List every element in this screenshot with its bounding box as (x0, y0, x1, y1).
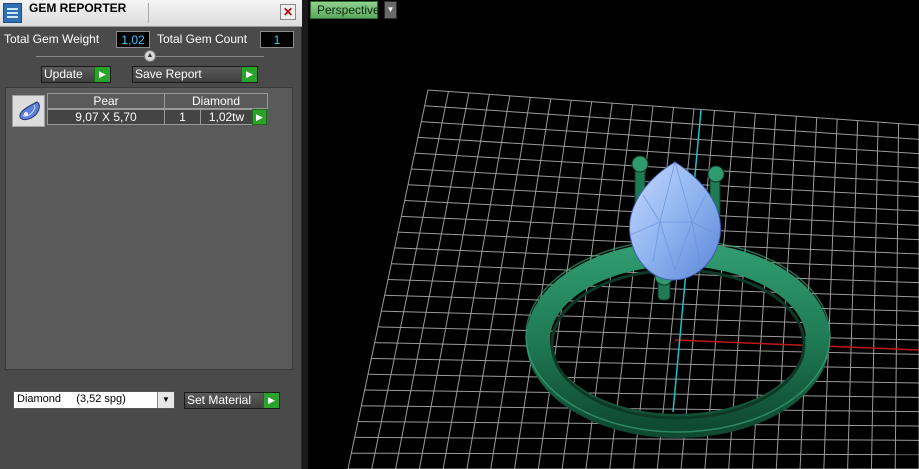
gem-shape-header: Pear (47, 93, 165, 109)
grid-line (427, 89, 919, 126)
grid-line (424, 105, 919, 140)
dropdown-arrow-icon[interactable]: ▼ (157, 392, 174, 408)
perspective-viewport[interactable]: Perspective ▼ (308, 0, 919, 469)
grid-line (387, 279, 919, 298)
gem-size-value: 9,07 X 5,70 (47, 109, 165, 125)
grid-line (377, 326, 919, 341)
play-arrow-icon: ▶ (263, 393, 279, 408)
grid-line (381, 310, 919, 327)
grid-line (417, 136, 919, 169)
set-material-button[interactable]: Set Material ▶ (184, 392, 280, 409)
save-report-button-label: Save Report (135, 67, 202, 81)
update-button-label: Update (44, 67, 83, 81)
total-count-label: Total Gem Count (157, 32, 248, 46)
close-icon[interactable]: ✕ (280, 4, 296, 20)
set-material-button-label: Set Material (187, 393, 252, 407)
material-select[interactable]: Diamond (3,52 spg) ▼ (13, 391, 175, 409)
gem-reporter-app-icon (3, 3, 22, 23)
x-axis-line (674, 339, 919, 351)
save-report-button[interactable]: Save Report ▶ (132, 66, 258, 83)
view-menu-icon[interactable]: ▼ (384, 1, 397, 19)
total-count-value: 1 (260, 31, 294, 48)
grid-line (384, 294, 919, 312)
pear-gem-icon[interactable] (12, 95, 45, 127)
gem-reporter-panel: GEM REPORTER ✕ Total Gem Weight 1,02 Tot… (0, 0, 302, 469)
play-arrow-icon: ▶ (241, 67, 257, 82)
total-weight-label: Total Gem Weight (4, 32, 100, 46)
play-arrow-icon: ▶ (94, 67, 110, 82)
update-button[interactable]: Update ▶ (41, 66, 111, 83)
gem-list (5, 87, 293, 370)
total-weight-value: 1,02 (116, 31, 150, 48)
play-arrow-icon[interactable]: ▶ (252, 109, 267, 125)
gem-weight-value: 1,02tw (200, 109, 253, 125)
viewport-scene (347, 89, 919, 469)
material-select-value: Diamond (3,52 spg) (17, 393, 126, 405)
panel-title: GEM REPORTER (29, 1, 127, 15)
gem-material-header: Diamond (164, 93, 268, 109)
panel-titlebar: GEM REPORTER ✕ (0, 0, 302, 27)
collapse-arrow-icon[interactable]: ▲ (144, 50, 156, 62)
grid-line (421, 121, 919, 155)
gem-count-value: 1 (164, 109, 201, 125)
view-mode-label[interactable]: Perspective (310, 1, 380, 19)
title-divider (148, 3, 149, 23)
